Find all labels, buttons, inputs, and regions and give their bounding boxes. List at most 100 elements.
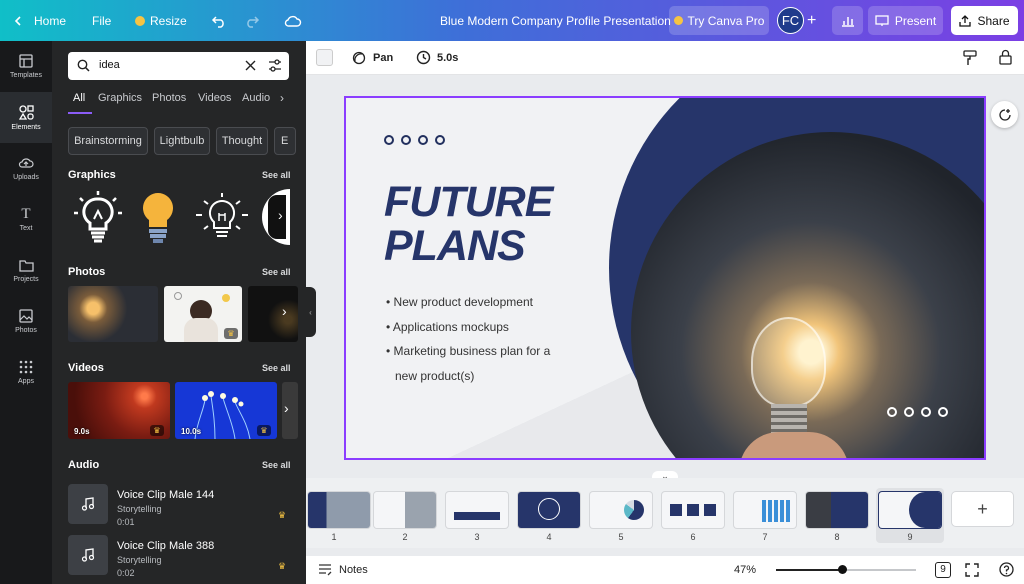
rail-item-apps[interactable]: Apps bbox=[0, 347, 52, 398]
graphics-see-all[interactable]: See all bbox=[262, 170, 291, 180]
collapse-panel-icon[interactable]: ‹ bbox=[305, 287, 316, 337]
page-thumbnail[interactable] bbox=[374, 492, 436, 528]
page-thumbnail[interactable] bbox=[806, 492, 868, 528]
page-thumbnail[interactable] bbox=[590, 492, 652, 528]
chip-lightbulb[interactable]: Lightbulb bbox=[154, 127, 210, 155]
menu-icon[interactable] bbox=[12, 0, 24, 41]
photo-thumbnail[interactable] bbox=[68, 286, 158, 342]
page-thumbnail[interactable] bbox=[308, 492, 370, 528]
videos-next-icon[interactable]: › bbox=[284, 400, 289, 416]
page-number: 1 bbox=[331, 532, 337, 542]
audio-see-all[interactable]: See all bbox=[262, 460, 291, 470]
audio-item[interactable]: Voice Clip Male 144 Storytelling 0:01 ♛ bbox=[68, 484, 293, 530]
elements-panel: idea All Graphics Photos Videos Audio › … bbox=[52, 41, 306, 584]
chip-thought[interactable]: Thought bbox=[216, 127, 268, 155]
videos-see-all[interactable]: See all bbox=[262, 363, 291, 373]
present-icon bbox=[875, 14, 889, 26]
notes-button[interactable]: Notes bbox=[339, 564, 368, 576]
resize-button[interactable]: Resize bbox=[135, 0, 187, 41]
rail-item-projects[interactable]: Projects bbox=[0, 245, 52, 296]
page-thumbnail[interactable] bbox=[734, 492, 796, 528]
resize-label: Resize bbox=[150, 13, 187, 28]
background-color-swatch[interactable] bbox=[316, 49, 333, 66]
search-box[interactable]: idea bbox=[68, 52, 289, 80]
lightbulb-graphic[interactable] bbox=[72, 189, 124, 247]
home-button[interactable]: Home bbox=[34, 0, 66, 41]
zoom-slider[interactable] bbox=[776, 565, 916, 574]
rail-item-elements[interactable]: Elements bbox=[0, 92, 52, 143]
photos-see-all[interactable]: See all bbox=[262, 267, 291, 277]
chip-more[interactable]: E bbox=[274, 127, 296, 155]
audio-heading: Audio bbox=[68, 459, 100, 471]
zoom-percent[interactable]: 47% bbox=[734, 564, 756, 576]
idea-bulb-graphic[interactable] bbox=[192, 191, 252, 245]
help-icon[interactable] bbox=[999, 562, 1014, 577]
page-number: 6 bbox=[690, 532, 696, 542]
photo-thumbnail[interactable]: ♛ bbox=[164, 286, 242, 342]
rail-label: Templates bbox=[10, 72, 42, 79]
clear-icon[interactable] bbox=[245, 60, 256, 71]
video-thumbnail[interactable]: 9.0s ♛ bbox=[68, 382, 170, 439]
rail-item-text[interactable]: T Text bbox=[0, 194, 52, 245]
try-pro-button[interactable]: Try Canva Pro bbox=[669, 6, 769, 35]
share-button[interactable]: Share bbox=[951, 6, 1018, 35]
tab-underline bbox=[68, 112, 92, 114]
redo-icon[interactable] bbox=[244, 0, 260, 41]
slide-title-line-1[interactable]: FUTURE bbox=[384, 178, 553, 227]
audio-title: Voice Clip Male 388 bbox=[117, 540, 215, 552]
tabs-next-icon[interactable]: › bbox=[280, 91, 284, 105]
audio-duration: 0:01 bbox=[117, 517, 135, 527]
bullet-text: new product(s) bbox=[395, 369, 475, 383]
yellow-bulb-graphic[interactable] bbox=[138, 189, 178, 247]
slide-title-line-2[interactable]: PLANS bbox=[384, 222, 526, 271]
crown-icon bbox=[135, 15, 145, 26]
avatar[interactable]: FC bbox=[777, 7, 804, 34]
share-icon bbox=[959, 14, 972, 27]
try-pro-label: Try Canva Pro bbox=[687, 13, 765, 28]
tab-audio[interactable]: Audio bbox=[242, 92, 270, 104]
present-label: Present bbox=[894, 13, 937, 28]
page-thumbnail[interactable] bbox=[879, 492, 941, 528]
audio-item[interactable]: Voice Clip Male 388 Storytelling 0:02 ♛ bbox=[68, 535, 293, 581]
notes-icon bbox=[319, 564, 332, 576]
timing-button[interactable]: 5.0s bbox=[437, 52, 458, 64]
tab-photos[interactable]: Photos bbox=[152, 92, 186, 104]
video-duration: 9.0s bbox=[74, 427, 90, 436]
document-title[interactable]: Blue Modern Company Profile Presentation bbox=[440, 0, 671, 41]
page-thumbnail[interactable] bbox=[518, 492, 580, 528]
pan-button[interactable]: Pan bbox=[373, 52, 393, 64]
refresh-comment-button[interactable] bbox=[991, 101, 1018, 128]
page-thumbnail[interactable] bbox=[662, 492, 724, 528]
zoom-slider-handle[interactable] bbox=[838, 565, 847, 574]
slide-canvas[interactable]: FUTURE PLANS • New product development •… bbox=[344, 96, 986, 460]
fullscreen-icon[interactable] bbox=[965, 563, 979, 577]
add-page-button[interactable]: + bbox=[952, 492, 1013, 526]
rail-item-photos[interactable]: Photos bbox=[0, 296, 52, 347]
bar-chart-icon bbox=[841, 16, 854, 27]
file-menu[interactable]: File bbox=[92, 0, 111, 41]
lock-icon[interactable] bbox=[999, 49, 1012, 65]
tab-all[interactable]: All bbox=[73, 92, 85, 104]
page-count-button[interactable]: 9 bbox=[935, 562, 951, 578]
rail-label: Text bbox=[19, 225, 33, 232]
filter-icon[interactable] bbox=[268, 59, 282, 72]
chip-brainstorming[interactable]: Brainstorming bbox=[68, 127, 148, 155]
bullet-dot: • bbox=[386, 320, 393, 334]
page-thumbnail[interactable] bbox=[446, 492, 508, 528]
video-thumbnail[interactable]: 10.0s ♛ bbox=[175, 382, 277, 439]
graphics-next-icon[interactable]: › bbox=[278, 207, 292, 227]
cloud-save-icon[interactable] bbox=[284, 0, 302, 41]
photo-thumbnail[interactable] bbox=[248, 286, 298, 342]
photos-next-icon[interactable]: › bbox=[282, 303, 287, 319]
paint-format-icon[interactable] bbox=[963, 50, 977, 66]
present-button[interactable]: Present bbox=[868, 6, 943, 35]
rail-item-uploads[interactable]: Uploads bbox=[0, 143, 52, 194]
page-filmstrip: 1 2 3 4 5 6 7 8 9 + bbox=[306, 478, 1024, 548]
analytics-button[interactable] bbox=[832, 6, 863, 35]
tab-videos[interactable]: Videos bbox=[198, 92, 231, 104]
search-input[interactable]: idea bbox=[99, 59, 120, 71]
rail-item-templates[interactable]: Templates bbox=[0, 41, 52, 92]
undo-icon[interactable] bbox=[211, 0, 227, 41]
tab-graphics[interactable]: Graphics bbox=[98, 92, 142, 104]
add-collaborator-icon[interactable]: + bbox=[807, 0, 816, 41]
